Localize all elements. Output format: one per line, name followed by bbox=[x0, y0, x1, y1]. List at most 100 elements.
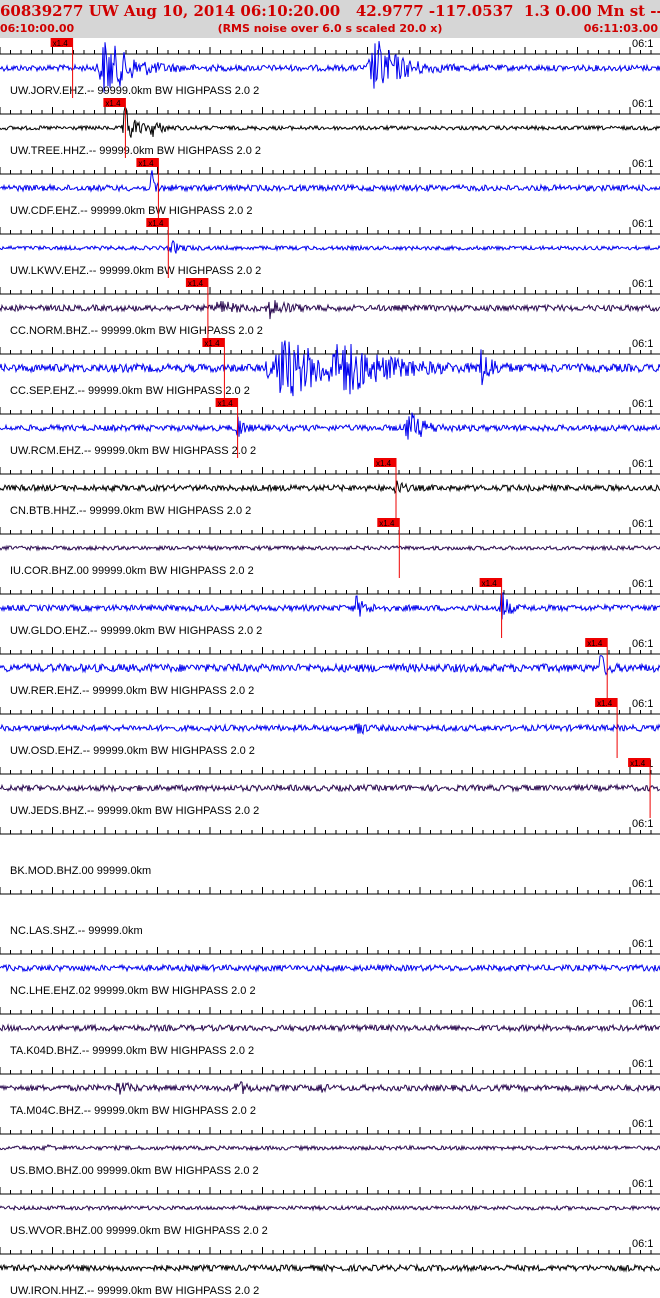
pick-label: x1.4 bbox=[376, 459, 392, 468]
pick-label: x1.4 bbox=[53, 39, 69, 48]
station-label: UW.OSD.EHZ.-- 99999.0km BW HIGHPASS 2.0 … bbox=[10, 745, 255, 757]
time-axis bbox=[0, 767, 660, 775]
trace-time-label: 06:1 bbox=[632, 1178, 653, 1190]
time-axis bbox=[0, 407, 660, 415]
waveform-trace bbox=[0, 783, 660, 793]
station-label: UW.JEDS.BHZ.-- 99999.0km BW HIGHPASS 2.0… bbox=[10, 805, 259, 817]
station-label: BK.MOD.BHZ.00 99999.0km bbox=[10, 865, 151, 877]
trace-time-label: 06:1 bbox=[632, 158, 653, 170]
time-axis bbox=[0, 1187, 660, 1195]
trace-row: 06:1 UW.RER.EHZ.-- 99999.0km BW HIGHPASS … bbox=[0, 638, 660, 698]
time-axis bbox=[0, 647, 660, 655]
trace-row: 06:1 UW.CDF.EHZ.-- 99999.0km BW HIGHPASS … bbox=[0, 158, 660, 218]
station-label: UW.GLDO.EHZ.-- 99999.0km BW HIGHPASS 2.0… bbox=[10, 625, 262, 637]
seismogram-panel: 06:1 UW.JORV.EHZ.-- 99999.0km BW HIGHPASS… bbox=[0, 38, 660, 1298]
trace-row: 06:1 CC.SEP.EHZ.-- 99999.0km BW HIGHPASS … bbox=[0, 338, 660, 398]
waveform-trace bbox=[0, 480, 660, 495]
waveform-trace bbox=[0, 1263, 660, 1273]
pick-label: x1.4 bbox=[148, 219, 164, 228]
waveform-trace bbox=[0, 1204, 660, 1212]
waveform-trace bbox=[0, 105, 660, 138]
trace-row: 06:1 UW.RCM.EHZ.-- 99999.0km BW HIGHPASS … bbox=[0, 398, 660, 458]
trace-time-label: 06:1 bbox=[632, 998, 653, 1010]
time-axis bbox=[0, 887, 660, 895]
trace-time-label: 06:1 bbox=[632, 1118, 653, 1130]
station-label: UW.IRON.HHZ.-- 99999.0km BW HIGHPASS 2.0… bbox=[10, 1285, 259, 1297]
station-label: US.BMO.BHZ.00 99999.0km BW HIGHPASS 2.0 … bbox=[10, 1165, 259, 1177]
trace-row: 06:1 CN.BTB.HHZ.-- 99999.0km BW HIGHPASS … bbox=[0, 458, 660, 518]
time-axis bbox=[0, 1247, 660, 1255]
trace-time-label: 06:1 bbox=[632, 518, 653, 530]
time-axis bbox=[0, 527, 660, 535]
time-axis bbox=[0, 827, 660, 835]
waveform-trace bbox=[0, 300, 660, 320]
trace-row: 06:1 UW.JORV.EHZ.-- 99999.0km BW HIGHPASS… bbox=[0, 38, 660, 98]
waveform-trace bbox=[0, 544, 660, 552]
waveform-trace bbox=[0, 655, 660, 676]
waveform-trace bbox=[0, 239, 660, 254]
trace-row: 06:1 UW.TREE.HHZ.-- 99999.0km BW HIGHPASS… bbox=[0, 98, 660, 158]
pick-label: x1.4 bbox=[587, 639, 603, 648]
station-label: TA.K04D.BHZ.-- 99999.0km BW HIGHPASS 2.0… bbox=[10, 1045, 254, 1057]
waveform-trace bbox=[0, 1143, 660, 1152]
time-axis bbox=[0, 167, 660, 175]
pick-label: x1.4 bbox=[204, 339, 220, 348]
station-label: UW.RCM.EHZ.-- 99999.0km BW HIGHPASS 2.0 … bbox=[10, 445, 256, 457]
station-label: NC.LHE.EHZ.02 99999.0km BW HIGHPASS 2.0 … bbox=[10, 985, 256, 997]
time-axis bbox=[0, 47, 660, 55]
time-axis bbox=[0, 287, 660, 295]
station-label: UW.JORV.EHZ.-- 99999.0km BW HIGHPASS 2.0… bbox=[10, 85, 259, 97]
trace-row: 06:1 BK.MOD.BHZ.00 99999.0km bbox=[0, 818, 660, 877]
pick-marker: x1.4 bbox=[628, 758, 651, 818]
pick-label: x1.4 bbox=[188, 279, 204, 288]
trace-row: 06:1 UW.IRON.HHZ.-- 99999.0km BW HIGHPASS… bbox=[0, 1238, 660, 1297]
trace-row: 06:1 UW.OSD.EHZ.-- 99999.0km BW HIGHPASS … bbox=[0, 698, 660, 758]
trace-time-label: 06:1 bbox=[632, 278, 653, 290]
trace-row: 06:1 TA.K04D.BHZ.-- 99999.0km BW HIGHPASS… bbox=[0, 998, 660, 1057]
trace-time-label: 06:1 bbox=[632, 938, 653, 950]
station-label: CC.SEP.EHZ.-- 99999.0km BW HIGHPASS 2.0 … bbox=[10, 385, 250, 397]
trace-row: 06:1 IU.COR.BHZ.00 99999.0km BW HIGHPASS … bbox=[0, 518, 660, 578]
trace-time-label: 06:1 bbox=[632, 398, 653, 410]
trace-time-label: 06:1 bbox=[632, 1238, 653, 1250]
trace-time-label: 06:1 bbox=[632, 338, 653, 350]
waveform-trace bbox=[0, 723, 660, 736]
trace-time-label: 06:1 bbox=[632, 638, 653, 650]
trace-row: 06:1 UW.LKWV.EHZ.-- 99999.0km BW HIGHPASS… bbox=[0, 218, 660, 278]
pick-label: x1.4 bbox=[597, 699, 613, 708]
trace-time-label: 06:1 bbox=[632, 38, 653, 50]
trace-time-label: 06:1 bbox=[632, 218, 653, 230]
trace-row: 06:1 NC.LHE.EHZ.02 99999.0km BW HIGHPASS … bbox=[0, 938, 660, 997]
trace-row: 06:1 CC.NORM.BHZ.-- 99999.0km BW HIGHPASS… bbox=[0, 278, 660, 338]
station-label: UW.RER.EHZ.-- 99999.0km BW HIGHPASS 2.0 … bbox=[10, 685, 254, 697]
trace-time-label: 06:1 bbox=[632, 578, 653, 590]
end-time: 06:11:03.00 bbox=[583, 22, 658, 35]
time-axis bbox=[0, 467, 660, 475]
trace-time-label: 06:1 bbox=[632, 458, 653, 470]
time-axis bbox=[0, 347, 660, 355]
station-label: UW.TREE.HHZ.-- 99999.0km BW HIGHPASS 2.0… bbox=[10, 145, 261, 157]
time-axis bbox=[0, 1127, 660, 1135]
station-label: CC.NORM.BHZ.-- 99999.0km BW HIGHPASS 2.0… bbox=[10, 325, 263, 337]
waveform-trace bbox=[0, 1080, 660, 1095]
trace-row: 06:1 UW.GLDO.EHZ.-- 99999.0km BW HIGHPASS… bbox=[0, 578, 660, 638]
waveform-trace bbox=[0, 170, 660, 193]
station-label: CN.BTB.HHZ.-- 99999.0km BW HIGHPASS 2.0 … bbox=[10, 505, 251, 517]
rms-noise-note: (RMS noise over 6.0 s scaled 20.0 x) bbox=[217, 22, 443, 35]
station-label: UW.LKWV.EHZ.-- 99999.0km BW HIGHPASS 2.0… bbox=[10, 265, 261, 277]
header-bar: 60839277 UW Aug 10, 2014 06:10:20.00 42.… bbox=[0, 0, 660, 38]
pick-label: x1.4 bbox=[138, 159, 154, 168]
waveform-trace bbox=[0, 1023, 660, 1033]
station-label: TA.M04C.BHZ.-- 99999.0km BW HIGHPASS 2.0… bbox=[10, 1105, 256, 1117]
trace-row: 06:1 US.BMO.BHZ.00 99999.0km BW HIGHPASS … bbox=[0, 1118, 660, 1177]
trace-time-label: 06:1 bbox=[632, 698, 653, 710]
pick-label: x1.4 bbox=[482, 579, 498, 588]
time-axis bbox=[0, 1067, 660, 1075]
trace-row: 06:1 TA.M04C.BHZ.-- 99999.0km BW HIGHPASS… bbox=[0, 1058, 660, 1117]
trace-row: 06:1 US.WVOR.BHZ.00 99999.0km BW HIGHPASS… bbox=[0, 1178, 660, 1237]
event-title: 60839277 UW Aug 10, 2014 06:10:20.00 42.… bbox=[0, 2, 660, 20]
pick-label: x1.4 bbox=[630, 759, 646, 768]
trace-time-label: 06:1 bbox=[632, 98, 653, 110]
trace-time-label: 06:1 bbox=[632, 818, 653, 830]
station-label: UW.CDF.EHZ.-- 99999.0km BW HIGHPASS 2.0 … bbox=[10, 205, 252, 217]
